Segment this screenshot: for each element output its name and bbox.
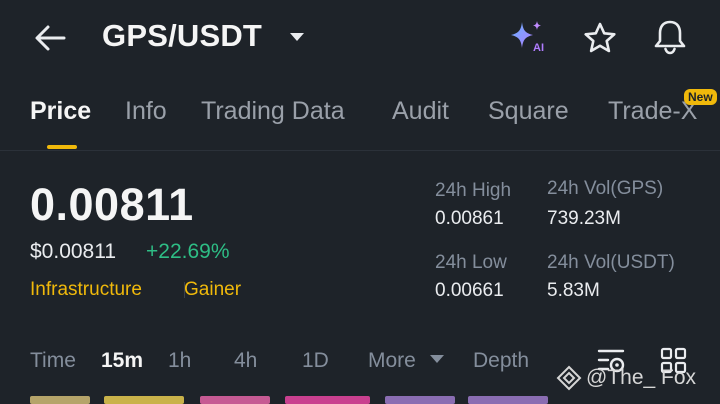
time-label[interactable]: Time [30,349,76,373]
stat-24h-vol-base-value: 739.23M [547,208,621,229]
indicator-value-partial [468,396,548,404]
pair-title[interactable]: GPS/USDT [102,18,262,54]
indicator-value-partial [385,396,455,404]
timeframe-more[interactable]: More [368,349,416,373]
indicator-value-partial [104,396,184,404]
stat-24h-high-label: 24h High [435,180,512,201]
star-icon [584,22,616,53]
indicator-value-partial [30,396,90,404]
depth-tab[interactable]: Depth [473,349,529,373]
timeframe-4h[interactable]: 4h [234,349,257,373]
stat-24h-high-value: 0.00861 [435,208,504,229]
indicator-value-partial [200,396,270,404]
alert-button[interactable] [650,17,690,57]
tab-audit[interactable]: Audit [392,97,449,126]
bell-icon [654,20,686,55]
timeframe-1d[interactable]: 1D [302,349,329,373]
timeframe-1h[interactable]: 1h [168,349,191,373]
timeframe-15m[interactable]: 15m [101,349,143,373]
watermark: @The_ Fox [556,363,696,393]
binance-diamond-icon [556,365,582,391]
more-dropdown[interactable] [429,352,445,366]
stat-24h-vol-quote-label: 24h Vol(USDT) [547,252,675,273]
stat-24h-low-label: 24h Low [435,252,507,273]
back-button[interactable] [30,20,70,56]
stat-24h-vol-quote-value: 5.83M [547,280,600,301]
caret-down-icon [430,355,444,363]
tab-price[interactable]: Price [30,97,91,126]
ai-assistant-button[interactable]: AI [508,18,550,58]
tag-infrastructure[interactable]: Infrastructure [30,279,142,301]
favorite-button[interactable] [580,19,620,57]
new-badge: New [684,89,717,105]
watermark-text: @The_ Fox [586,366,697,389]
ai-sparkle-icon: AI [511,21,544,54]
last-price: 0.00811 [30,179,194,230]
stat-24h-vol-base-label: 24h Vol(GPS) [547,178,664,199]
tag-gainer-label: Gainer [184,279,242,300]
tab-square[interactable]: Square [488,97,569,126]
indicator-value-partial [285,396,370,404]
tab-info[interactable]: Info [125,97,167,126]
tag-gainer[interactable]: Gainer [184,279,241,301]
usd-price: $0.00811 [30,240,117,263]
indicator-row-partial [0,394,720,404]
stat-24h-low-value: 0.00661 [435,280,504,301]
active-tab-indicator [47,145,77,149]
tab-trading-data[interactable]: Trading Data [201,97,345,126]
ai-label: AI [533,42,544,54]
pair-dropdown-button[interactable] [287,28,307,46]
tabs-divider [0,150,720,151]
price-change-percent: +22.69% [146,240,230,263]
back-arrow-icon [35,25,66,51]
caret-down-icon [290,33,304,41]
